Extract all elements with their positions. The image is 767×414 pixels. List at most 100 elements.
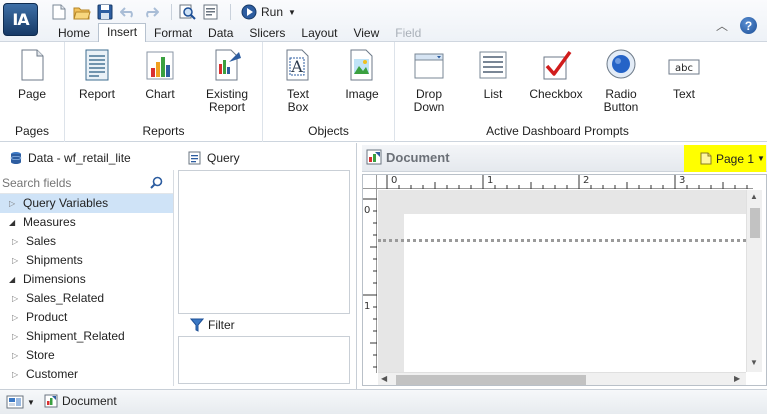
tree-item-label: Store [26,348,55,362]
toolbar-separator [171,4,172,20]
horizontal-ruler-ticks [386,175,748,189]
tree-item-customer[interactable]: ▷ Customer [0,365,173,384]
image-icon [350,49,373,81]
search-icon[interactable] [150,176,163,192]
scroll-up-icon[interactable]: ▲ [750,192,758,201]
database-icon [10,152,22,164]
document-header: Document Page 1 ▼ [362,145,767,172]
tree-item-measures[interactable]: ◢ Measures [0,213,173,232]
horizontal-scrollbar[interactable]: ◀ ▶ [378,372,746,385]
app-logo[interactable]: IA [3,3,38,36]
view-switcher[interactable]: ▼ [6,394,35,410]
tab-format[interactable]: Format [146,25,200,42]
ruler-label: 3 [679,175,686,186]
panel-divider[interactable] [356,143,357,389]
insert-list-button[interactable]: List [463,48,523,101]
insert-text-box-button[interactable]: A Text Box [268,48,328,114]
insert-existing-report-button[interactable]: Existing Report [197,48,257,114]
expand-triangle-icon[interactable]: ▷ [12,308,22,327]
page-sheet[interactable] [404,214,746,374]
document-canvas[interactable]: 0 1 2 3 0 1 ▲ ▼ ◀ ▶ [362,174,767,386]
search-input[interactable] [2,174,142,192]
undo-icon [119,3,137,21]
help-icon[interactable]: ? [740,17,757,34]
expand-triangle-icon[interactable]: ▷ [9,194,19,213]
redo-icon [142,3,160,21]
run-button[interactable]: Run ▼ [241,3,296,21]
insert-image-button[interactable]: Image [332,48,392,101]
tree-item-sales-related[interactable]: ▷ Sales_Related [0,289,173,308]
find-icon[interactable] [178,3,196,21]
tree-item-query-variables[interactable]: ▷ Query Variables [0,194,173,213]
query-panel-title: Query [207,151,240,165]
filter-icon [190,318,204,332]
text-box-icon: A [286,49,309,81]
insert-chart-button[interactable]: Chart [130,48,190,101]
tree-item-product[interactable]: ▷ Product [0,308,173,327]
ruler-corner [363,175,377,189]
page-selector[interactable]: Page 1 ▼ [684,145,766,172]
tab-layout[interactable]: Layout [293,25,345,42]
filter-panel-header: Filter [190,316,235,334]
save-icon[interactable] [96,3,114,21]
page-selector-label: Page 1 [716,151,755,166]
radio-button-icon [606,49,636,79]
text-input-icon-glyph: abc [675,63,693,74]
insert-radio-button-button[interactable]: Radio Button [591,48,651,114]
tree-item-label: Measures [23,215,76,229]
expand-triangle-icon[interactable]: ▷ [12,365,22,384]
tree-item-label: Shipments [26,253,83,267]
insert-text-prompt-button[interactable]: abc Text [654,48,714,101]
properties-icon[interactable] [201,3,219,21]
panel-divider[interactable] [173,170,174,386]
toolbar-separator [230,4,231,20]
collapse-ribbon-icon[interactable]: ︿ [716,17,728,34]
ribbon-tabs: Home Insert Format Data Slicers Layout V… [50,23,429,42]
tab-slicers[interactable]: Slicers [241,25,293,42]
chevron-down-icon: ▼ [27,397,35,407]
tab-view[interactable]: View [345,25,387,42]
tab-insert[interactable]: Insert [98,23,147,42]
page-area[interactable] [378,190,746,374]
insert-drop-down-button[interactable]: Drop Down [399,48,459,114]
text-input-icon: abc [668,59,700,75]
query-panel-header: Query [188,148,240,168]
insert-report-button[interactable]: Report [67,48,127,101]
tree-item-shipments[interactable]: ▷ Shipments [0,251,173,270]
scroll-thumb[interactable] [750,208,760,238]
query-drop-area[interactable] [178,170,350,314]
tree-item-label: Sales [26,234,57,248]
tree-item-dimensions[interactable]: ◢ Dimensions [0,270,173,289]
insert-checkbox-button[interactable]: Checkbox [526,48,586,101]
collapse-triangle-icon[interactable]: ◢ [9,270,19,289]
scroll-right-icon[interactable]: ▶ [734,374,740,383]
tab-data[interactable]: Data [200,25,241,42]
vertical-scrollbar[interactable]: ▲ ▼ [746,190,762,372]
filter-drop-area[interactable] [178,336,350,384]
tree-item-store[interactable]: ▷ Store [0,346,173,365]
open-folder-icon[interactable] [73,3,91,21]
expand-triangle-icon[interactable]: ▷ [12,232,22,251]
tab-home[interactable]: Home [50,25,98,42]
expand-triangle-icon[interactable]: ▷ [12,327,22,346]
expand-triangle-icon[interactable]: ▷ [12,346,22,365]
scroll-left-icon[interactable]: ◀ [381,374,387,383]
insert-report-label: Report [78,87,116,101]
tree-item-label: Sales_Related [26,291,105,305]
insert-page-button[interactable]: Page [2,48,62,101]
status-document-tab[interactable]: Document [44,394,117,408]
scroll-down-icon[interactable]: ▼ [750,358,758,367]
tree-item-shipment-related[interactable]: ▷ Shipment_Related [0,327,173,346]
data-source-title: Data - wf_retail_lite [28,151,131,165]
tree-item-sales[interactable]: ▷ Sales [0,232,173,251]
horizontal-ruler: 0 1 2 3 [377,175,753,189]
insert-radio-button-label-2: Button [603,100,639,114]
expand-triangle-icon[interactable]: ▷ [12,251,22,270]
expand-triangle-icon[interactable]: ▷ [12,289,22,308]
page-margin-guide [378,239,746,242]
svg-text:A: A [290,57,303,76]
scroll-thumb[interactable] [396,375,586,385]
new-document-icon[interactable] [50,3,68,21]
tree-item-label: Customer [26,367,79,381]
collapse-triangle-icon[interactable]: ◢ [9,213,19,232]
